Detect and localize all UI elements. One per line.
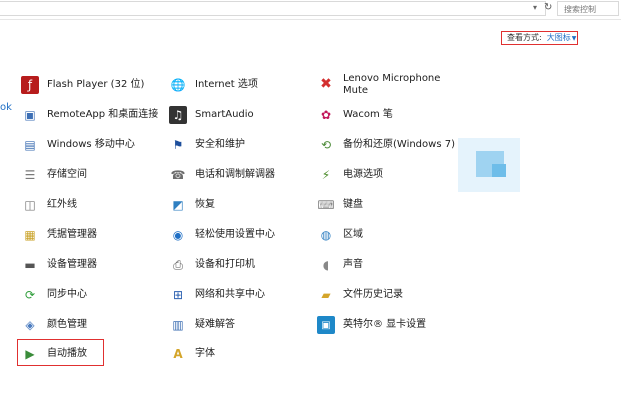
flash-icon: ƒ	[21, 76, 39, 94]
view-by-label: 查看方式:	[507, 33, 542, 42]
address-bar-area: ▾ ↻ 搜索控制	[0, 0, 621, 20]
cp-item-device-manager[interactable]: ▬ 设备管理器	[21, 254, 97, 276]
cp-item-label: 红外线	[47, 199, 77, 210]
cp-item-label: 设备管理器	[47, 259, 97, 270]
backup-icon: ⟲	[320, 138, 332, 152]
cp-item-smartaudio[interactable]: ♫ SmartAudio	[169, 104, 254, 126]
sync-icon: ⟳	[24, 288, 36, 302]
cp-item-label: 声音	[343, 259, 363, 270]
chevron-down-icon[interactable]: ▾	[533, 3, 537, 12]
cp-item-label: 区域	[343, 229, 363, 240]
cp-item-storage-spaces[interactable]: ☰ 存储空间	[21, 164, 87, 186]
cp-item-windows-mobility-center[interactable]: ▤ Windows 移动中心	[21, 134, 135, 156]
cp-item-sound[interactable]: ◖ 声音	[317, 254, 363, 276]
printer-icon: ⎙	[173, 257, 183, 272]
cp-item-label: 安全和维护	[195, 139, 245, 150]
cp-item-label: 轻松使用设置中心	[195, 229, 275, 240]
cp-item-label: RemoteApp 和桌面连接	[47, 109, 159, 120]
cp-item-label: 凭据管理器	[47, 229, 97, 240]
cp-item-devices-printers[interactable]: ⎙ 设备和打印机	[169, 254, 255, 276]
cp-item-label: 疑难解答	[195, 319, 235, 330]
cp-item-label: Lenovo Microphone Mute	[343, 73, 441, 96]
view-by-control[interactable]: 查看方式: 大图标▼	[501, 31, 578, 45]
cp-item-flash-player[interactable]: ƒ Flash Player (32 位)	[21, 74, 144, 96]
region-icon: ◍	[320, 228, 332, 242]
cp-item-label: 存储空间	[47, 169, 87, 180]
cp-item-label: 备份和还原(Windows 7)	[343, 139, 455, 150]
cp-item-infrared[interactable]: ◫ 红外线	[21, 194, 77, 216]
recovery-icon: ◩	[172, 198, 184, 212]
infrared-icon: ◫	[24, 198, 36, 212]
chevron-down-icon[interactable]: ▼	[572, 35, 577, 42]
cp-item-label: 键盘	[343, 199, 363, 210]
cp-item-ease-of-access[interactable]: ◉ 轻松使用设置中心	[169, 224, 275, 246]
phone-modem-icon: ☎	[170, 168, 186, 182]
decorative-blur	[492, 164, 506, 177]
color-management-icon: ◈	[25, 318, 35, 332]
cp-item-label: 字体	[195, 348, 215, 359]
cp-item-intel-graphics[interactable]: ▣ 英特尔® 显卡设置	[317, 314, 426, 336]
microphone-mute-icon: ✖	[320, 76, 332, 92]
file-history-icon: ▰	[321, 288, 331, 302]
cp-item-label: Internet 选项	[195, 79, 258, 90]
cp-item-label: Windows 移动中心	[47, 139, 135, 150]
credential-icon: ▦	[24, 228, 36, 242]
graphics-icon: ▣	[317, 316, 335, 334]
cp-item-label: 颜色管理	[47, 319, 87, 330]
keyboard-icon: ⌨	[317, 198, 335, 212]
view-by-value[interactable]: 大图标	[547, 33, 571, 42]
cp-item-region[interactable]: ◍ 区域	[317, 224, 363, 246]
address-bar[interactable]	[0, 1, 546, 16]
headphones-icon: ♫	[169, 106, 187, 124]
fonts-icon: A	[173, 347, 183, 361]
globe-icon: 🌐	[170, 78, 186, 92]
storage-icon: ☰	[24, 168, 36, 182]
cp-item-label: 同步中心	[47, 289, 87, 300]
power-icon: ⚡	[321, 168, 331, 182]
mobility-center-icon: ▤	[24, 138, 36, 152]
autoplay-icon: ▶	[25, 347, 35, 361]
cp-item-sync-center[interactable]: ⟳ 同步中心	[21, 284, 87, 306]
cp-item-label: 恢复	[195, 199, 215, 210]
cp-item-color-management[interactable]: ◈ 颜色管理	[21, 314, 87, 336]
cp-item-label: 电话和调制解调器	[195, 169, 275, 180]
cp-item-backup-restore[interactable]: ⟲ 备份和还原(Windows 7)	[317, 134, 455, 156]
cp-item-label: 电源选项	[343, 169, 383, 180]
pen-icon: ✿	[320, 108, 332, 122]
cp-item-keyboard[interactable]: ⌨ 键盘	[317, 194, 363, 216]
cp-item-label: 文件历史记录	[343, 289, 403, 300]
cp-item-file-history[interactable]: ▰ 文件历史记录	[317, 284, 403, 306]
cp-item-internet-options[interactable]: 🌐 Internet 选项	[169, 74, 258, 96]
device-manager-icon: ▬	[24, 258, 36, 272]
cp-item-label: 设备和打印机	[195, 259, 255, 270]
cp-item-power-options[interactable]: ⚡ 电源选项	[317, 164, 383, 186]
network-icon: ⊞	[172, 288, 184, 302]
cp-item-label: 自动播放	[47, 348, 87, 359]
cp-item-recovery[interactable]: ◩ 恢复	[169, 194, 215, 216]
cp-item-label: 英特尔® 显卡设置	[343, 319, 427, 330]
remote-desktop-icon: ▣	[24, 108, 36, 122]
refresh-icon[interactable]: ↻	[544, 2, 552, 13]
cp-item-security-maintenance[interactable]: ⚑ 安全和维护	[169, 134, 245, 156]
cp-item-troubleshooting[interactable]: ▥ 疑难解答	[169, 314, 235, 336]
cp-item-fonts[interactable]: A 字体	[169, 343, 215, 365]
cp-item-lenovo-microphone-mute[interactable]: ✖ Lenovo Microphone Mute	[317, 71, 453, 101]
cp-item-phone-modem[interactable]: ☎ 电话和调制解调器	[169, 164, 275, 186]
troubleshooting-icon: ▥	[172, 318, 184, 332]
cp-item-remoteapp[interactable]: ▣ RemoteApp 和桌面连接	[21, 104, 158, 126]
cp-item-wacom-pen[interactable]: ✿ Wacom 笔	[317, 104, 393, 126]
cp-item-label: Wacom 笔	[343, 109, 393, 120]
cut-off-text: ok	[0, 102, 12, 113]
speaker-icon: ◖	[322, 258, 330, 272]
cp-item-label: SmartAudio	[195, 109, 254, 120]
cp-item-network-sharing[interactable]: ⊞ 网络和共享中心	[169, 284, 265, 306]
flag-icon: ⚑	[172, 138, 184, 152]
cp-item-autoplay[interactable]: ▶ 自动播放	[21, 343, 87, 365]
cp-item-label: 网络和共享中心	[195, 289, 265, 300]
cp-item-credential-manager[interactable]: ▦ 凭据管理器	[21, 224, 97, 246]
search-input[interactable]: 搜索控制	[557, 1, 619, 16]
cp-item-label: Flash Player (32 位)	[47, 79, 145, 90]
ease-of-access-icon: ◉	[172, 228, 184, 242]
